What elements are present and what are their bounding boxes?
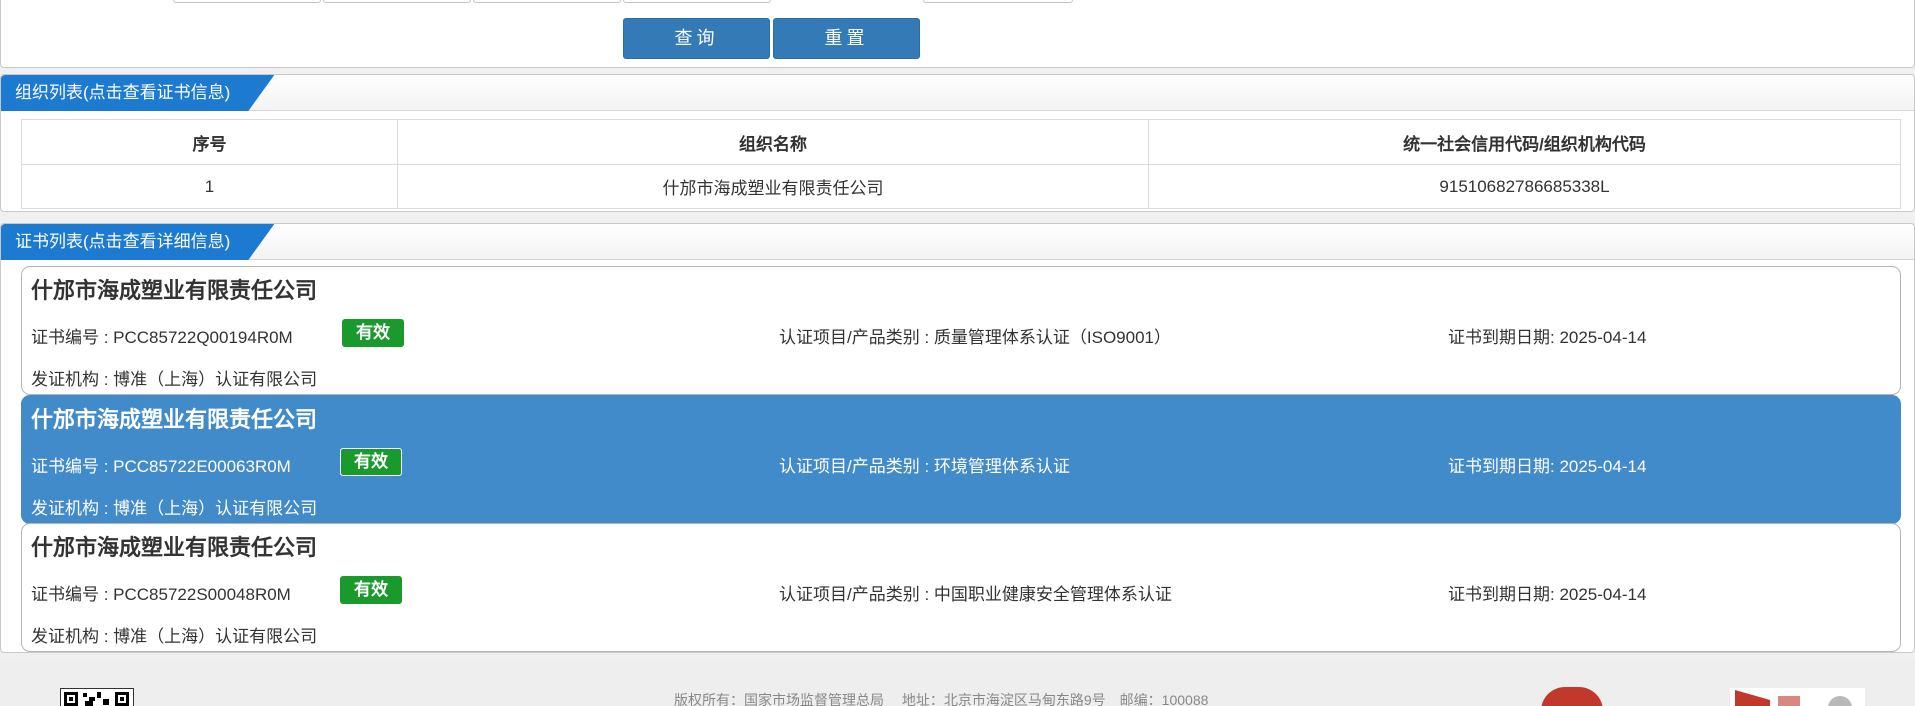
query-button[interactable]: 查询 — [623, 18, 770, 59]
cert-card[interactable]: 什邡市海成塑业有限责任公司 证书编号 : PCC85722Q00194R0M 有… — [21, 266, 1901, 395]
cert-list-panel: 证书列表(点击查看详细信息) 什邡市海成塑业有限责任公司 证书编号 : PCC8… — [0, 223, 1915, 653]
cert-category: 认证项目/产品类别 : 环境管理体系认证 — [779, 457, 1070, 476]
cert-card-selected[interactable]: 什邡市海成塑业有限责任公司 证书编号 : PCC85722E00063R0M 有… — [21, 395, 1901, 524]
status-badge: 有效 — [340, 448, 402, 476]
row-index: 1 — [21, 164, 398, 209]
cert-number: 证书编号 : PCC85722S00048R0M — [31, 585, 291, 604]
filter-field-3[interactable] — [473, 0, 621, 3]
national-emblem-icon — [1541, 687, 1603, 706]
cert-card[interactable]: 什邡市海成塑业有限责任公司 证书编号 : PCC85722S00048R0M 有… — [21, 523, 1901, 652]
org-panel-title: 组织列表(点击查看证书信息) — [1, 75, 274, 111]
col-header-index: 序号 — [21, 119, 398, 165]
row-credit-code: 91510682786685338L — [1148, 164, 1901, 209]
reset-button[interactable]: 重置 — [773, 18, 920, 59]
cert-expiry: 证书到期日期: 2025-04-14 — [1448, 328, 1647, 347]
agency-logo-icon — [1730, 688, 1865, 706]
cert-issuer: 发证机构 : 博准（上海）认证有限公司 — [31, 499, 318, 518]
filter-field-2[interactable] — [323, 0, 471, 3]
cert-company-name: 什邡市海成塑业有限责任公司 — [31, 535, 318, 560]
cert-category: 认证项目/产品类别 : 质量管理体系认证（ISO9001） — [779, 328, 1171, 347]
cert-panel-title: 证书列表(点击查看详细信息) — [1, 224, 274, 260]
status-badge: 有效 — [342, 319, 404, 347]
org-list-panel: 组织列表(点击查看证书信息) 序号 组织名称 统一社会信用代码/组织机构代码 1… — [0, 74, 1915, 212]
org-table: 序号 组织名称 统一社会信用代码/组织机构代码 1 什邡市海成塑业有限责任公司 … — [21, 119, 1901, 209]
col-header-credit-code: 统一社会信用代码/组织机构代码 — [1148, 119, 1901, 165]
table-row[interactable]: 1 什邡市海成塑业有限责任公司 91510682786685338L — [21, 164, 1901, 209]
cert-issuer: 发证机构 : 博准（上海）认证有限公司 — [31, 370, 318, 389]
search-panel: 查询 重置 — [0, 0, 1915, 68]
filter-field-4[interactable] — [623, 0, 771, 3]
qr-code-icon — [60, 688, 134, 706]
cert-panel-header: 证书列表(点击查看详细信息) — [1, 224, 1914, 260]
footer: 版权所有：国家市场监督管理总局 地址：北京市海淀区马甸东路9号 邮编：10008… — [0, 660, 1915, 706]
cert-expiry: 证书到期日期: 2025-04-14 — [1448, 585, 1647, 604]
cert-issuer: 发证机构 : 博准（上海）认证有限公司 — [31, 627, 318, 646]
org-panel-header: 组织列表(点击查看证书信息) — [1, 75, 1914, 111]
filter-field-5[interactable] — [923, 0, 1073, 3]
filter-field-1[interactable] — [173, 0, 321, 3]
col-header-org-name: 组织名称 — [397, 119, 1149, 165]
row-org-name[interactable]: 什邡市海成塑业有限责任公司 — [397, 164, 1149, 209]
cert-number: 证书编号 : PCC85722E00063R0M — [31, 457, 291, 476]
cert-category: 认证项目/产品类别 : 中国职业健康安全管理体系认证 — [779, 585, 1172, 604]
cert-number: 证书编号 : PCC85722Q00194R0M — [31, 328, 293, 347]
cert-company-name: 什邡市海成塑业有限责任公司 — [31, 407, 318, 432]
status-badge: 有效 — [340, 576, 402, 604]
cert-company-name: 什邡市海成塑业有限责任公司 — [31, 278, 318, 303]
cert-expiry: 证书到期日期: 2025-04-14 — [1448, 457, 1647, 476]
footer-copyright: 版权所有：国家市场监督管理总局 地址：北京市海淀区马甸东路9号 邮编：10008… — [674, 692, 1209, 706]
